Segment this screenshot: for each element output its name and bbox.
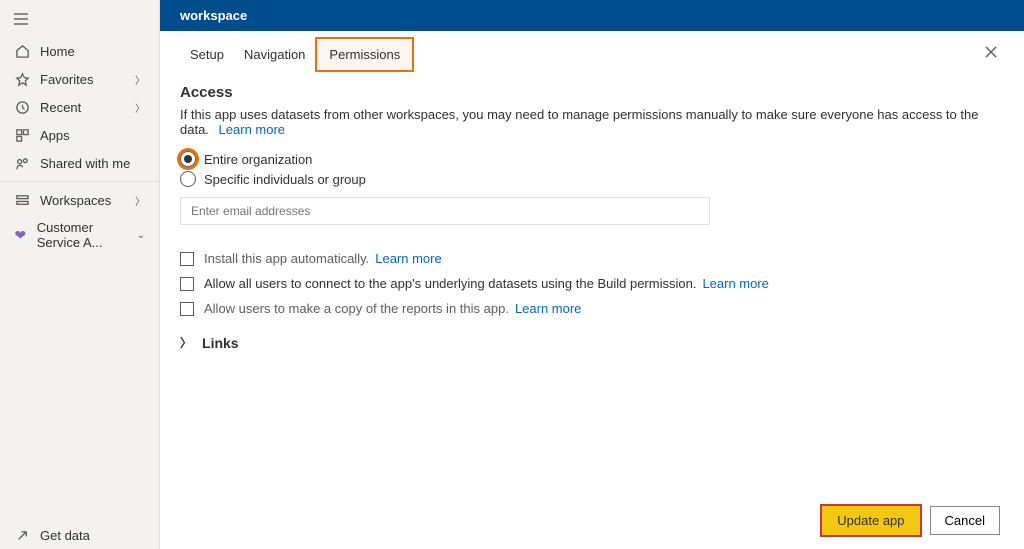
copy-learn-more-link[interactable]: Learn more	[515, 301, 581, 316]
heart-icon: ❤	[14, 227, 27, 243]
star-icon	[14, 71, 30, 87]
sidebar-item-label: Favorites	[40, 72, 93, 87]
sidebar-item-shared[interactable]: Shared with me	[0, 149, 159, 177]
radio-icon	[180, 171, 196, 187]
radio-label: Specific individuals or group	[204, 172, 366, 187]
checkbox-icon	[180, 252, 194, 266]
workspaces-icon	[14, 192, 30, 208]
sidebar-item-label: Workspaces	[40, 193, 111, 208]
radio-icon	[180, 151, 196, 167]
arrow-icon	[14, 527, 30, 543]
sidebar-item-apps[interactable]: Apps	[0, 121, 159, 149]
chevron-right-icon: 〉	[135, 193, 145, 208]
radio-entire-org[interactable]: Entire organization	[180, 151, 1004, 167]
tab-navigation[interactable]: Navigation	[234, 37, 315, 72]
update-app-button[interactable]: Update app	[822, 506, 919, 535]
apps-icon	[14, 127, 30, 143]
chevron-right-icon: 〉	[180, 334, 192, 351]
sidebar-item-customer-service[interactable]: ❤ Customer Service A... ⌄	[0, 214, 159, 256]
section-title-access: Access	[180, 84, 1004, 101]
footer-buttons: Update app Cancel	[822, 506, 1000, 535]
separator	[0, 181, 159, 182]
clock-icon	[14, 99, 30, 115]
checkbox-icon	[180, 277, 194, 291]
install-learn-more-link[interactable]: Learn more	[375, 251, 441, 266]
sidebar: Home Favorites 〉 Recent 〉 Apps	[0, 0, 160, 549]
email-input[interactable]	[180, 197, 710, 225]
tab-permissions[interactable]: Permissions	[315, 37, 414, 72]
chevron-right-icon: 〉	[135, 72, 145, 87]
check-label: Allow all users to connect to the app's …	[204, 276, 696, 291]
check-allow-copy[interactable]: Allow users to make a copy of the report…	[180, 301, 1004, 316]
check-allow-build[interactable]: Allow all users to connect to the app's …	[180, 276, 1004, 291]
share-icon	[14, 155, 30, 171]
check-label: Allow users to make a copy of the report…	[204, 301, 509, 316]
sidebar-item-workspaces[interactable]: Workspaces 〉	[0, 186, 159, 214]
access-info: If this app uses datasets from other wor…	[180, 107, 1004, 137]
tabs: Setup Navigation Permissions	[180, 37, 1004, 72]
sidebar-item-recent[interactable]: Recent 〉	[0, 93, 159, 121]
chevron-right-icon: 〉	[135, 100, 145, 115]
titlebar: workspace	[160, 0, 1024, 31]
cancel-button[interactable]: Cancel	[930, 506, 1000, 535]
hamburger-menu[interactable]	[0, 4, 159, 37]
hamburger-icon	[14, 12, 30, 26]
build-learn-more-link[interactable]: Learn more	[702, 276, 768, 291]
check-label: Install this app automatically.	[204, 251, 369, 266]
access-info-text: If this app uses datasets from other wor…	[180, 107, 978, 137]
checkbox-icon	[180, 302, 194, 316]
sidebar-item-label: Recent	[40, 100, 81, 115]
radio-label: Entire organization	[204, 152, 312, 167]
tab-setup[interactable]: Setup	[180, 37, 234, 72]
close-icon	[984, 45, 998, 59]
links-section-toggle[interactable]: 〉 Links	[180, 334, 1004, 351]
page-title: workspace	[180, 8, 247, 23]
sidebar-item-home[interactable]: Home	[0, 37, 159, 65]
sidebar-item-label: Shared with me	[40, 156, 130, 171]
sidebar-item-label: Customer Service A...	[37, 220, 137, 250]
home-icon	[14, 43, 30, 59]
sidebar-item-label: Apps	[40, 128, 70, 143]
main: workspace Setup Navigation Permissions A…	[160, 0, 1024, 549]
close-button[interactable]	[978, 39, 1004, 70]
check-install-automatically[interactable]: Install this app automatically. Learn mo…	[180, 251, 1004, 266]
access-learn-more-link[interactable]: Learn more	[219, 122, 285, 137]
radio-specific[interactable]: Specific individuals or group	[180, 171, 1004, 187]
chevron-down-icon: ⌄	[137, 230, 145, 241]
sidebar-item-label: Get data	[40, 528, 90, 543]
sidebar-item-favorites[interactable]: Favorites 〉	[0, 65, 159, 93]
sidebar-item-get-data[interactable]: Get data	[0, 521, 159, 549]
links-label: Links	[202, 335, 239, 351]
sidebar-item-label: Home	[40, 44, 75, 59]
